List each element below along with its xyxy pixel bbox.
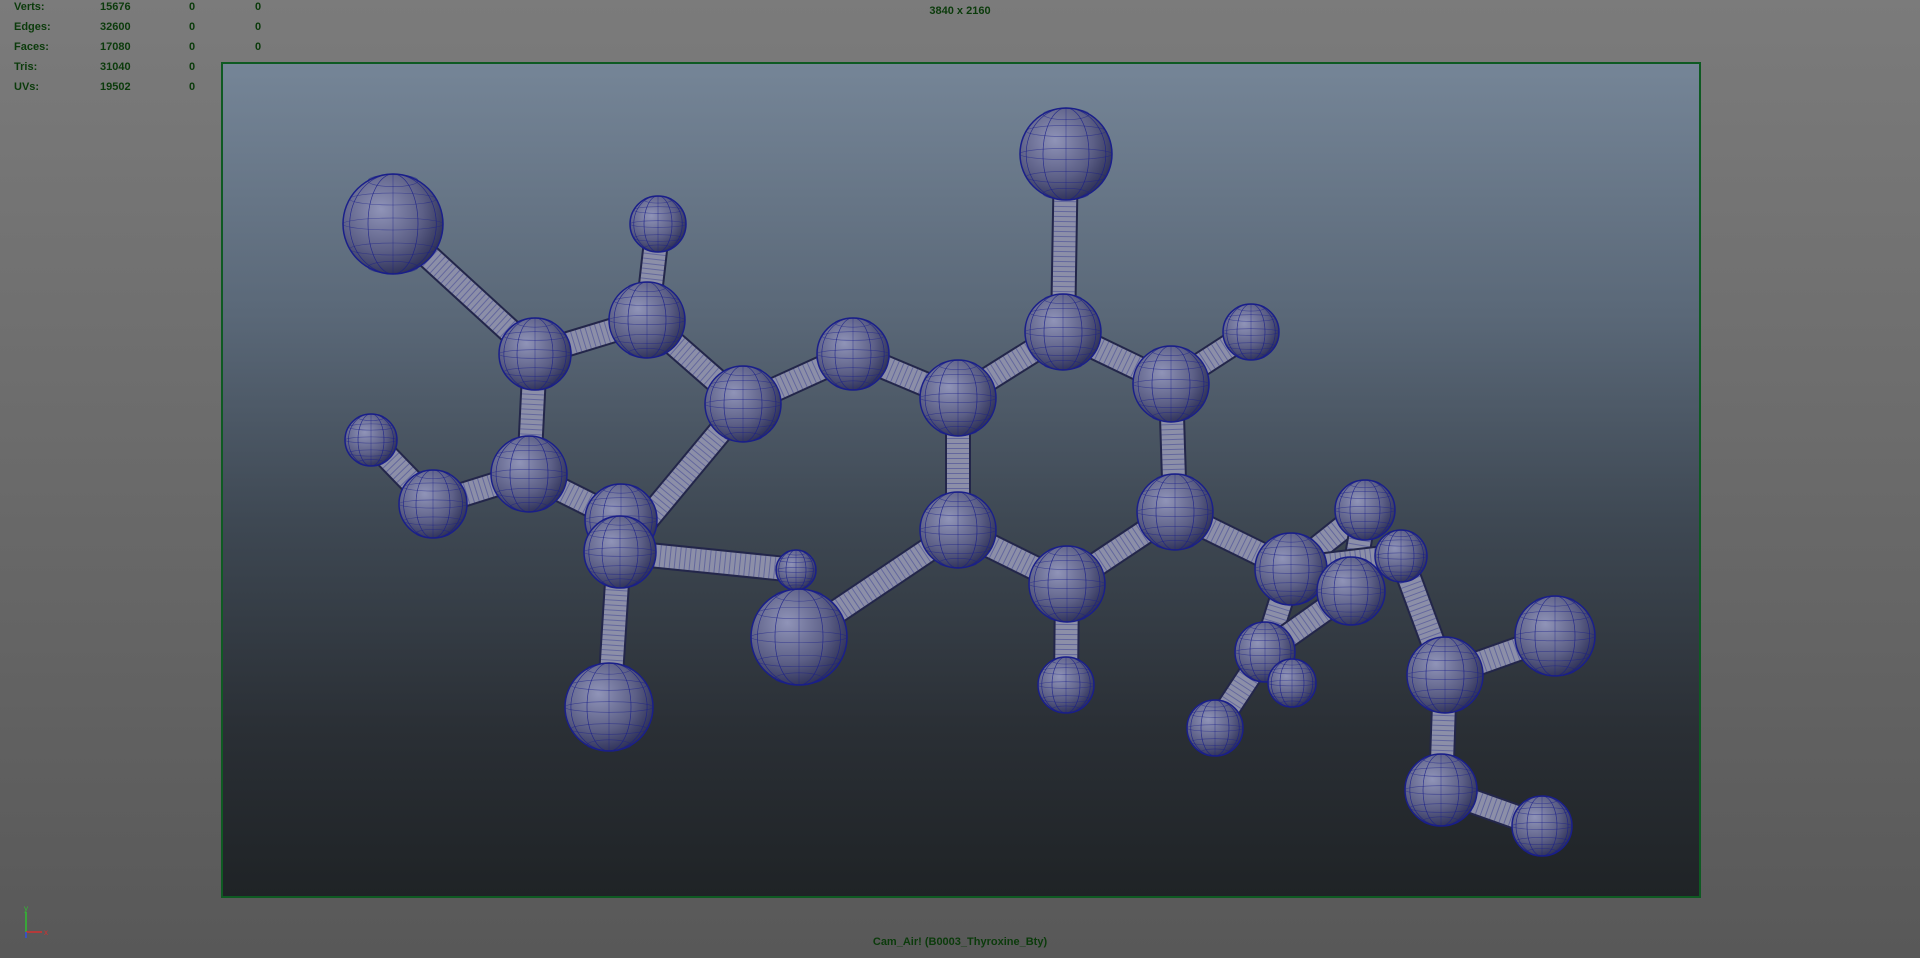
viewport-3d[interactable] xyxy=(221,62,1701,898)
hud-row-edges: Edges: 32600 0 0 xyxy=(14,20,284,40)
hud-value: 32600 xyxy=(100,21,131,33)
hud-value: 0 xyxy=(189,61,196,73)
hud-value: 0 xyxy=(255,21,262,33)
camera-name-label: Cam_Air! (B0003_Thyroxine_Bty) xyxy=(872,936,1048,948)
hud-label: UVs: xyxy=(14,81,40,93)
hud-value: 0 xyxy=(255,41,262,53)
resolution-gate-label: 3840 x 2160 xyxy=(929,5,991,17)
hud-label: Edges: xyxy=(14,21,51,33)
molecule-model[interactable] xyxy=(223,64,1699,896)
hud-value: 17080 xyxy=(100,41,131,53)
hud-value: 31040 xyxy=(100,61,131,73)
hud-label: Faces: xyxy=(14,41,49,53)
hud-value: 0 xyxy=(189,81,196,93)
hud-label: Tris: xyxy=(14,61,38,73)
y-axis-label: y xyxy=(24,904,28,913)
hud-value: 0 xyxy=(189,21,196,33)
hud-value: 19502 xyxy=(100,81,131,93)
hud-value: 0 xyxy=(189,41,196,53)
hud-row-faces: Faces: 17080 0 0 xyxy=(14,40,284,60)
